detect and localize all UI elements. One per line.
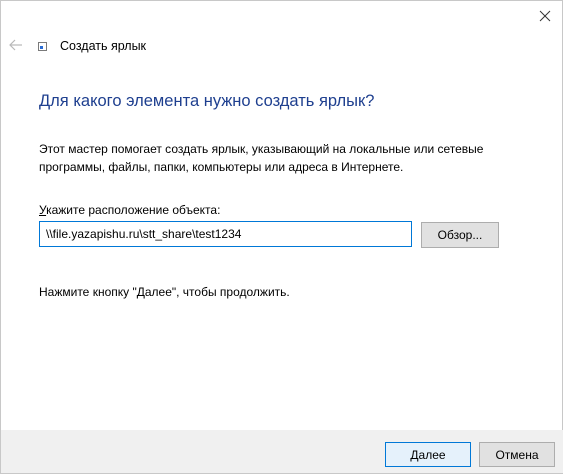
close-button[interactable] [534, 5, 556, 27]
back-arrow-icon[interactable] [8, 38, 24, 52]
location-label-text: кажите расположение объекта: [46, 203, 221, 217]
location-label: Укажите расположение объекта: [39, 203, 220, 217]
browse-button[interactable]: Обзор... [421, 222, 499, 248]
wizard-description: Этот мастер помогает создать ярлык, указ… [39, 142, 484, 174]
page-heading: Для какого элемента нужно создать ярлык? [39, 92, 375, 110]
close-icon [539, 10, 551, 22]
shortcut-icon [38, 42, 47, 51]
create-shortcut-dialog: Создать ярлык Для какого элемента нужно … [0, 0, 563, 474]
dialog-title: Создать ярлык [60, 39, 147, 53]
next-button[interactable]: Далее [385, 442, 471, 467]
cancel-button[interactable]: Отмена [479, 442, 555, 467]
continue-hint: Нажмите кнопку "Далее", чтобы продолжить… [39, 285, 290, 299]
location-input[interactable] [39, 221, 412, 247]
